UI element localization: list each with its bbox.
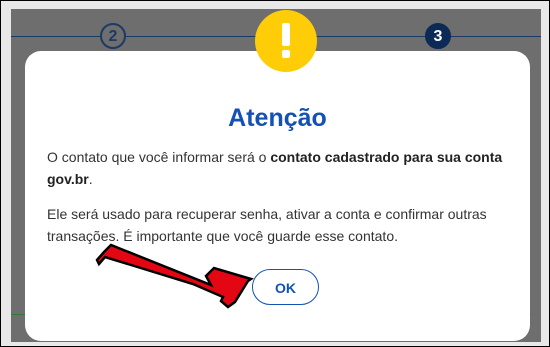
step-indicator-2: 2 bbox=[100, 23, 126, 49]
screenshot-frame: 2 3 Atenção O contato que você informar … bbox=[0, 0, 550, 347]
exclamation-dot bbox=[282, 50, 290, 58]
paragraph-text: O contato que você informar será o bbox=[47, 149, 271, 165]
exclamation-bar bbox=[282, 23, 290, 46]
modal-paragraph-usage: Ele será usado para recuperar senha, ati… bbox=[47, 206, 487, 244]
paragraph-end: . bbox=[88, 171, 93, 187]
exclamation-icon bbox=[255, 10, 317, 72]
modal-paragraph-contact: O contato que você informar será o conta… bbox=[47, 146, 527, 190]
step-indicator-3: 3 bbox=[425, 23, 451, 49]
ok-button[interactable]: OK bbox=[252, 269, 319, 305]
modal-title: Atenção bbox=[228, 104, 327, 132]
